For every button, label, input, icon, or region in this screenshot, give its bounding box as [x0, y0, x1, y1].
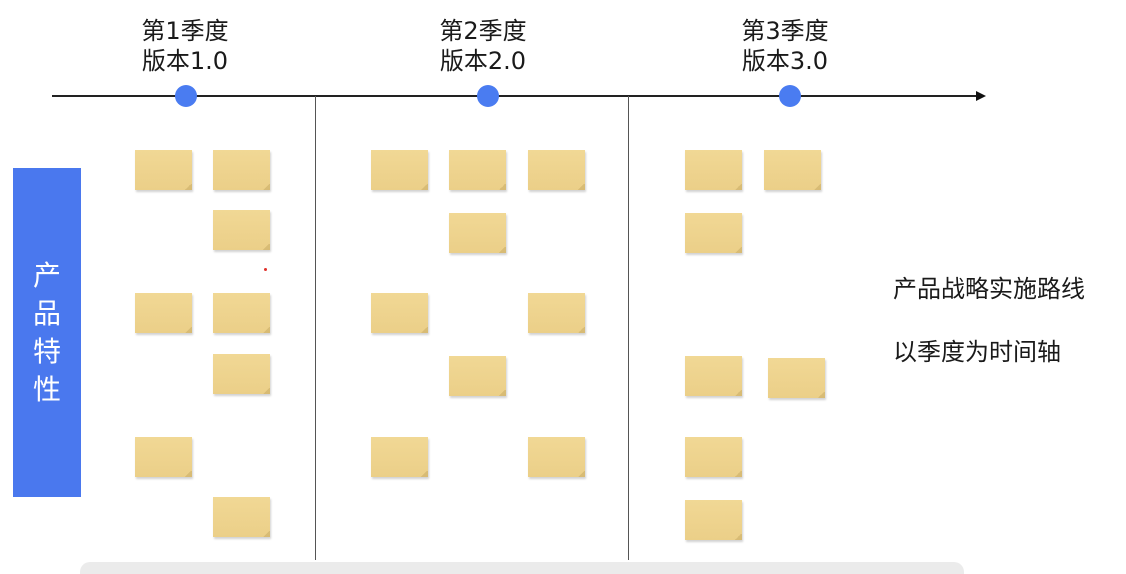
sticky-note: [371, 437, 428, 477]
quarter-1-label: 第1季度 版本1.0: [105, 16, 265, 76]
sticky-note: [371, 293, 428, 333]
sticky-note: [528, 150, 585, 190]
sticky-note: [685, 213, 742, 253]
sticky-note: [685, 500, 742, 540]
sticky-note: [213, 293, 270, 333]
sticky-note: [213, 354, 270, 394]
product-features-label: 产品特性: [32, 258, 61, 406]
milestone-q2: [477, 85, 499, 107]
quarter-3-version: 版本3.0: [741, 47, 829, 75]
red-dot-mark: [264, 268, 267, 271]
sticky-note: [371, 150, 428, 190]
milestone-q3: [779, 85, 801, 107]
sticky-note: [449, 356, 506, 396]
sticky-note: [685, 356, 742, 396]
sticky-note: [528, 293, 585, 333]
sticky-note: [213, 150, 270, 190]
quarter-2-version: 版本2.0: [439, 47, 527, 75]
sticky-note: [764, 150, 821, 190]
sticky-note: [135, 437, 192, 477]
quarter-2-label: 第2季度 版本2.0: [403, 16, 563, 76]
quarter-1-version: 版本1.0: [141, 47, 229, 75]
sticky-note: [528, 437, 585, 477]
quarter-3-title: 第3季度: [741, 17, 829, 45]
sticky-note: [213, 497, 270, 537]
column-divider-2: [628, 96, 629, 560]
milestone-q1: [175, 85, 197, 107]
sticky-note: [135, 150, 192, 190]
sticky-note: [449, 213, 506, 253]
description-line-1: 产品战略实施路线: [893, 275, 1085, 303]
sticky-note: [213, 210, 270, 250]
product-features-bar: 产品特性: [13, 168, 81, 497]
quarter-3-label: 第3季度 版本3.0: [705, 16, 865, 76]
quarter-2-title: 第2季度: [439, 17, 527, 45]
timeline-arrow-icon: [976, 90, 986, 101]
sticky-note: [768, 358, 825, 398]
sticky-note: [685, 437, 742, 477]
bottom-panel: [80, 562, 964, 574]
column-divider-1: [315, 96, 316, 560]
sticky-note: [685, 150, 742, 190]
quarter-1-title: 第1季度: [141, 17, 229, 45]
description-line-2: 以季度为时间轴: [893, 338, 1061, 366]
sticky-note: [135, 293, 192, 333]
sticky-note: [449, 150, 506, 190]
